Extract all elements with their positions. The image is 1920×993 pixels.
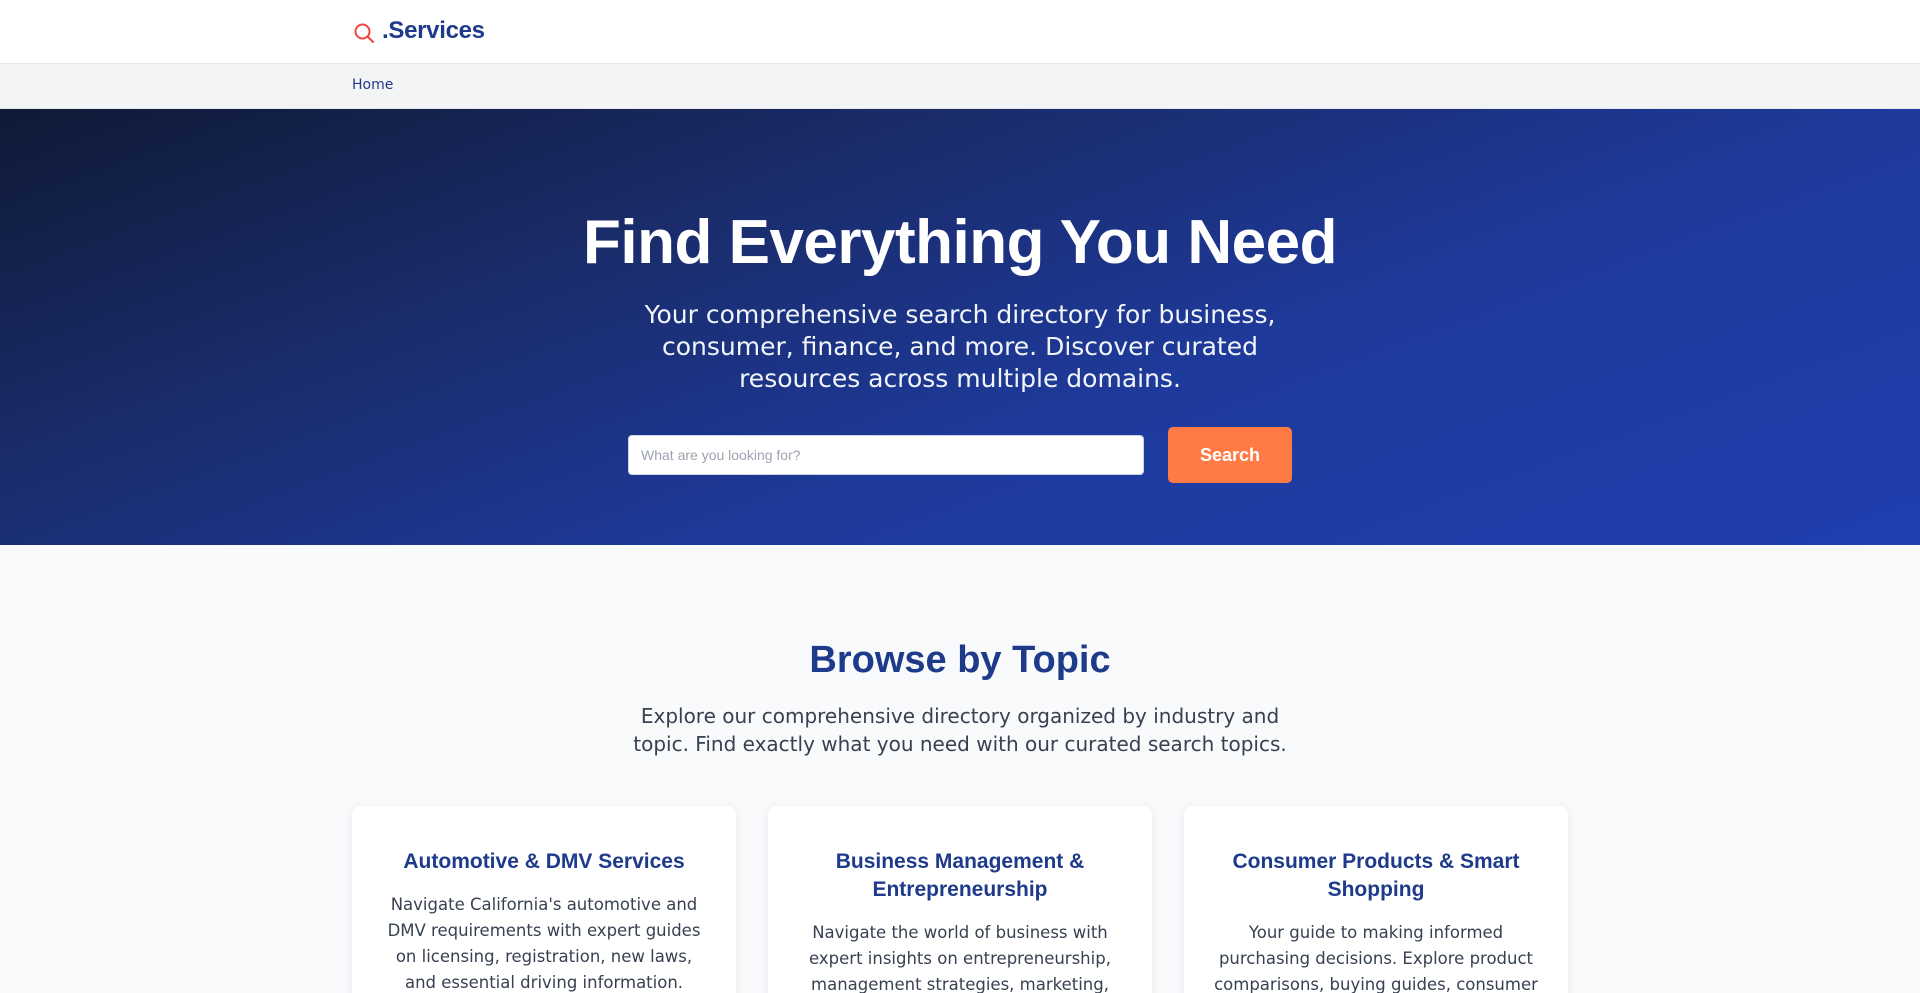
site-logo[interactable]: .Services <box>352 17 485 45</box>
topic-card-description: Navigate the world of business with expe… <box>809 923 1111 993</box>
logo-text: .Services <box>382 17 485 44</box>
hero-section: Find Everything You Need Your comprehens… <box>0 109 1920 545</box>
hero-title: Find Everything You Need <box>583 208 1337 277</box>
topic-card-grid: Automotive & DMV Services Navigate Calif… <box>352 806 1568 993</box>
search-input[interactable] <box>628 435 1144 476</box>
topic-card-description: Your guide to making informed purchasing… <box>1214 923 1538 993</box>
topic-card-consumer[interactable]: Consumer Products & Smart Shopping Your … <box>1184 806 1568 993</box>
topic-card-automotive[interactable]: Automotive & DMV Services Navigate Calif… <box>352 806 736 993</box>
search-button[interactable]: Search <box>1168 427 1292 484</box>
breadcrumb-home-link[interactable]: Home <box>352 77 393 93</box>
section-lead: Explore our comprehensive directory orga… <box>633 704 1287 756</box>
topic-card-business[interactable]: Business Management & Entrepreneurship N… <box>768 806 1152 993</box>
topic-card-description: Navigate California's automotive and DMV… <box>387 895 701 992</box>
site-header: .Services <box>0 0 1920 64</box>
topic-card-title: Consumer Products & Smart Shopping <box>1232 850 1520 901</box>
browse-topics-section: Browse by Topic Explore our comprehensiv… <box>0 545 1920 993</box>
breadcrumb: Home <box>0 64 1920 109</box>
topic-card-title: Automotive & DMV Services <box>403 850 685 873</box>
section-title: Browse by Topic <box>809 639 1111 681</box>
topic-card-title: Business Management & Entrepreneurship <box>835 850 1085 901</box>
search-form: Search <box>0 427 1920 484</box>
hero-subtitle: Your comprehensive search directory for … <box>644 300 1276 394</box>
search-icon <box>354 23 374 43</box>
